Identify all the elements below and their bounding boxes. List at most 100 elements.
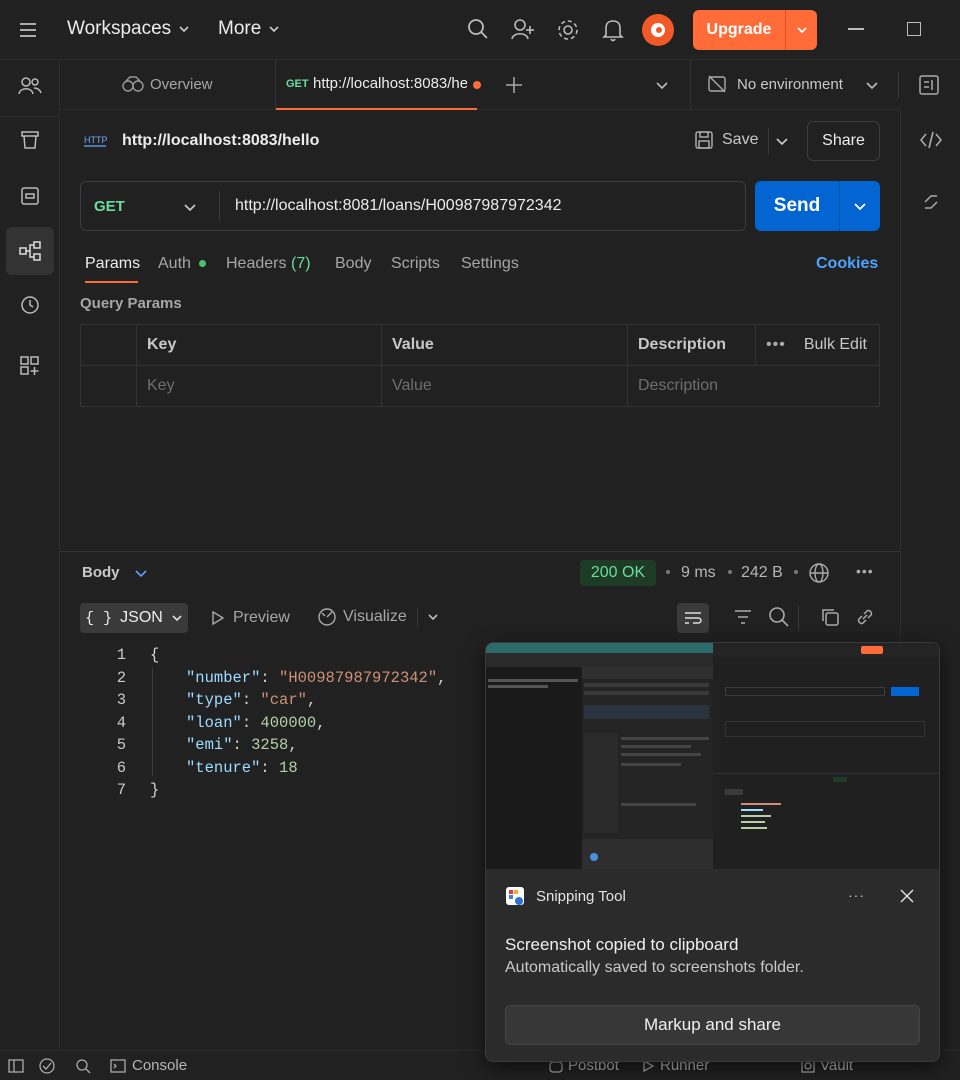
chevron-down-icon <box>134 569 147 577</box>
sidebar-item-flows[interactable] <box>6 227 54 275</box>
description-input[interactable]: Description <box>627 365 880 407</box>
thumb-dot <box>590 853 598 861</box>
share-button[interactable]: Share <box>807 121 880 161</box>
tab-body[interactable]: Body <box>335 255 371 273</box>
filter-icon[interactable] <box>733 608 753 626</box>
new-tab-plus-icon[interactable] <box>505 76 523 94</box>
code-line: "loan": 400000, <box>186 714 326 732</box>
braces-icon: { } <box>85 609 113 627</box>
screenshot-thumbnail[interactable] <box>486 643 939 869</box>
more-menu[interactable]: More <box>218 18 281 40</box>
thumb-line <box>584 691 709 695</box>
line-number: 7 <box>116 781 126 799</box>
sidebar-item-collections[interactable] <box>6 116 54 164</box>
tab-overview-label: Overview <box>150 75 213 93</box>
tab-overview[interactable]: Overview <box>122 75 213 93</box>
toast-more-icon[interactable]: ··· <box>848 887 865 903</box>
avatar[interactable] <box>642 14 674 46</box>
request-name[interactable]: http://localhost:8083/hello <box>122 132 319 150</box>
thumb-line <box>584 683 709 687</box>
response-size[interactable]: 242 B <box>741 564 783 582</box>
toggle-sidebar-icon[interactable] <box>8 1058 24 1074</box>
url-input[interactable]: http://localhost:8081/loans/H00987987972… <box>235 197 561 215</box>
thumb-line <box>488 685 548 688</box>
column-header-description: Description <box>627 324 756 366</box>
thumb-tabbar <box>486 643 713 653</box>
tabs-overflow-chevron-icon[interactable] <box>655 78 669 92</box>
sidebar-item-configure[interactable] <box>6 342 54 390</box>
workspaces-label: Workspaces <box>67 18 172 39</box>
search-icon[interactable] <box>467 18 489 40</box>
chevron-down-icon <box>854 203 866 211</box>
code-snippet-icon[interactable] <box>919 130 943 150</box>
key-input[interactable]: Key <box>136 365 382 407</box>
thumb-line <box>741 827 767 829</box>
thumb-line <box>741 821 765 823</box>
upgrade-button[interactable]: Upgrade <box>693 10 785 50</box>
thumb-url <box>725 687 885 696</box>
online-status-icon[interactable] <box>39 1058 55 1074</box>
related-collections-icon[interactable] <box>921 192 941 212</box>
line-number: 4 <box>116 714 126 732</box>
thumb-console <box>582 839 713 869</box>
console-button[interactable]: Console <box>110 1057 187 1074</box>
thumb-devtools-toolbar <box>582 667 713 679</box>
response-time[interactable]: 9 ms <box>681 564 716 582</box>
tab-auth[interactable]: Auth <box>158 255 191 273</box>
method-select[interactable]: GET <box>81 182 219 230</box>
find-replace-icon[interactable] <box>75 1058 91 1074</box>
close-icon[interactable] <box>900 889 914 903</box>
sidebar-item-team[interactable] <box>6 62 54 110</box>
visualize-options-chevron-icon[interactable] <box>427 611 439 623</box>
code-line: "tenure": 18 <box>186 759 298 777</box>
maximize-window-icon[interactable] <box>907 22 921 36</box>
value-input[interactable]: Value <box>381 365 628 407</box>
tab-settings[interactable]: Settings <box>461 255 519 273</box>
cookies-link[interactable]: Cookies <box>816 255 878 273</box>
tab-request-active[interactable]: GET http://localhost:8083/he <box>276 60 481 110</box>
save-button[interactable]: Save <box>694 130 758 150</box>
copy-icon[interactable] <box>820 607 840 627</box>
network-globe-icon[interactable] <box>808 562 830 584</box>
thumb-divider <box>713 773 939 774</box>
query-params-table: Key Value Description ••• Bulk Edit Key … <box>80 324 880 407</box>
response-divider[interactable] <box>60 551 900 552</box>
sidebar-item-environments[interactable] <box>6 172 54 220</box>
status-badge[interactable]: 200 OK <box>580 560 656 586</box>
markup-and-share-button[interactable]: Markup and share <box>505 1005 920 1045</box>
thumb-upgrade <box>861 646 883 654</box>
settings-gear-icon[interactable] <box>556 18 580 42</box>
bulk-edit-button[interactable]: Bulk Edit <box>804 336 867 354</box>
thumb-line <box>488 679 578 682</box>
tab-headers[interactable]: Headers <box>226 255 286 273</box>
minimize-window-icon[interactable] <box>848 28 864 30</box>
more-options-icon[interactable]: ••• <box>766 336 786 354</box>
save-options-chevron-icon[interactable] <box>775 134 789 148</box>
hamburger-menu-icon[interactable] <box>18 20 40 40</box>
tab-params[interactable]: Params <box>85 255 140 273</box>
response-more-icon[interactable]: ••• <box>856 563 874 579</box>
notifications-bell-icon[interactable] <box>602 18 624 42</box>
upgrade-dropdown-button[interactable] <box>786 10 817 50</box>
send-options-button[interactable] <box>840 181 880 231</box>
thumb-requests <box>584 733 618 833</box>
sidebar-item-history[interactable] <box>6 281 54 329</box>
workspaces-menu[interactable]: Workspaces <box>67 18 191 40</box>
environment-label: No environment <box>737 75 843 93</box>
preview-button[interactable]: Preview <box>211 609 290 627</box>
toast-app-name: Snipping Tool <box>536 888 626 905</box>
environment-chevron-icon[interactable] <box>865 78 879 92</box>
send-button[interactable]: Send <box>755 181 839 231</box>
search-response-icon[interactable] <box>768 606 790 628</box>
environment-selector[interactable]: No environment <box>707 74 843 94</box>
tab-scripts[interactable]: Scripts <box>391 255 440 273</box>
visualize-button[interactable]: Visualize <box>317 607 407 627</box>
active-tab-underline <box>85 281 138 283</box>
environment-quick-look-icon[interactable] <box>918 74 940 96</box>
wrap-lines-button[interactable] <box>677 603 709 633</box>
response-body-selector[interactable]: Body <box>82 564 148 581</box>
invite-user-icon[interactable] <box>511 18 535 40</box>
format-selector[interactable]: { } JSON <box>80 603 188 633</box>
divider <box>768 128 769 154</box>
copy-link-icon[interactable] <box>855 607 875 627</box>
